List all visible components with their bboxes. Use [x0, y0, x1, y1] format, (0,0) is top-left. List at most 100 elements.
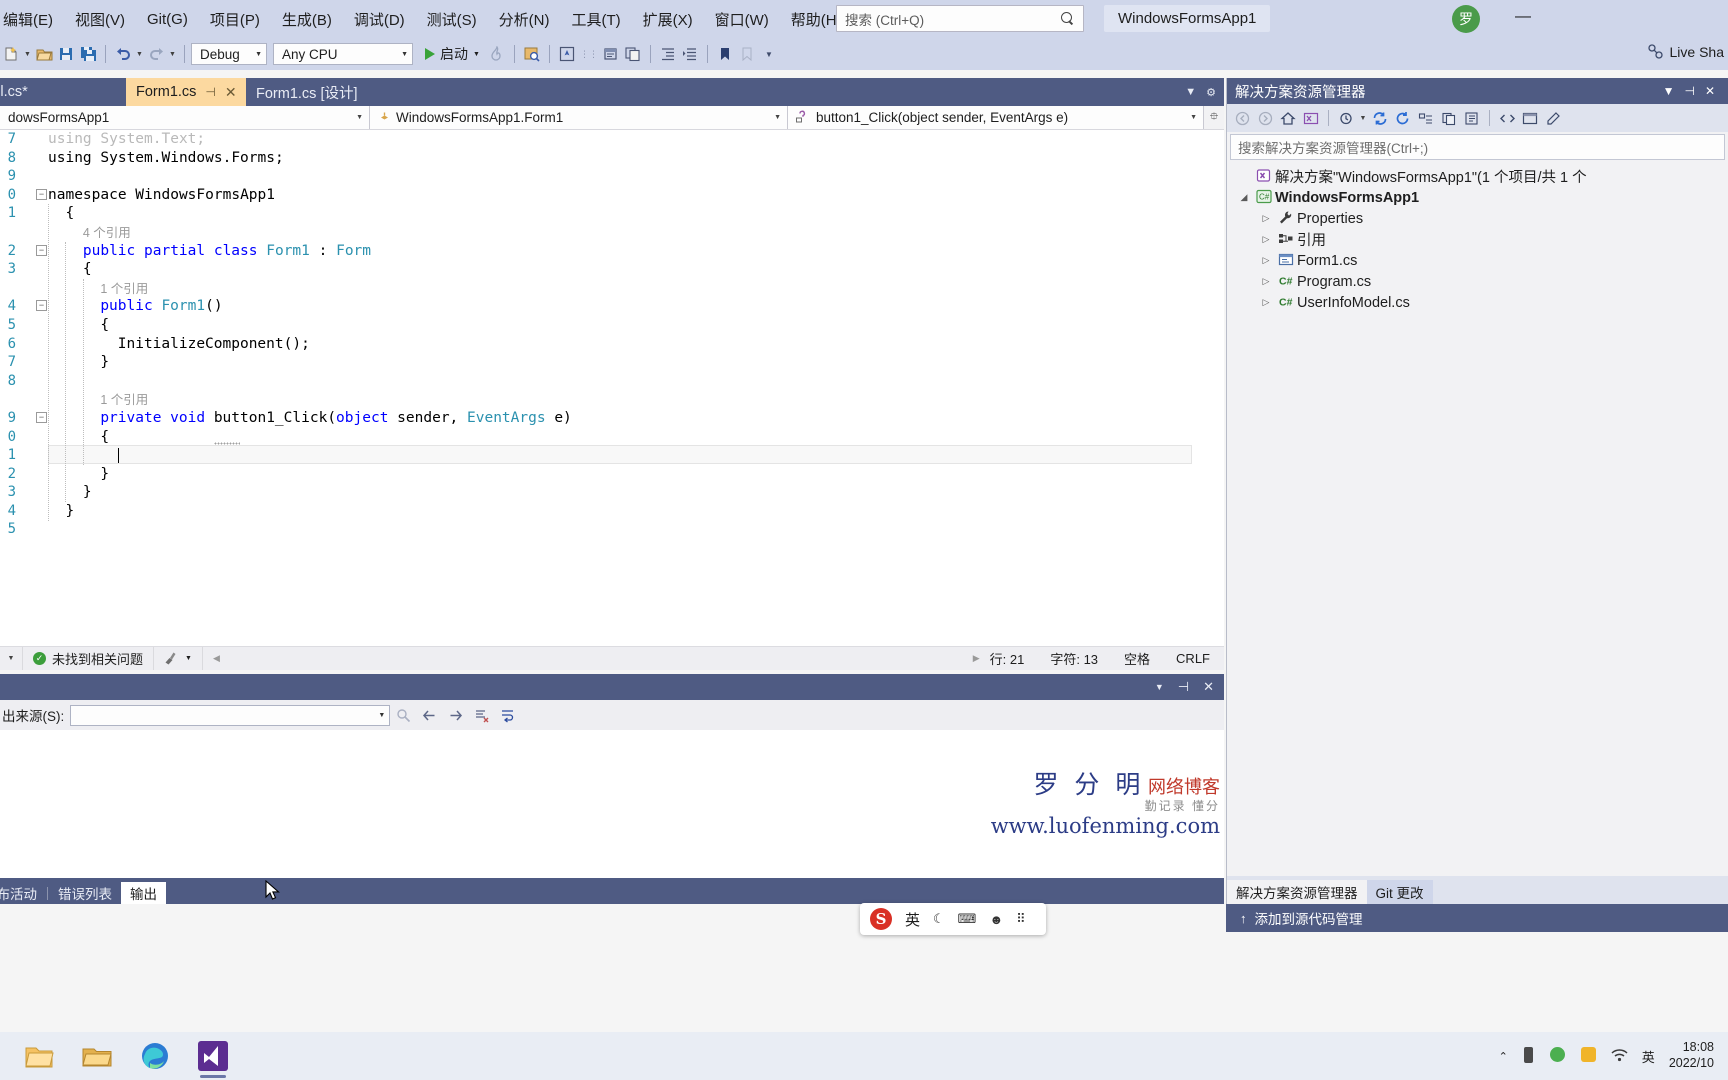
menu-item-7[interactable]: 分析(N) [488, 4, 561, 35]
indent-decrease-icon[interactable] [657, 42, 679, 66]
user-avatar[interactable]: 罗 [1452, 5, 1480, 33]
panel-menu-icon[interactable]: ▼ [1658, 84, 1680, 98]
code-line[interactable]: 1{ [0, 204, 1224, 223]
home-icon[interactable] [1277, 106, 1299, 130]
code-line[interactable]: 0 − namespace WindowsFormsApp1 [0, 186, 1224, 205]
code-line[interactable]: 1 [0, 445, 1224, 465]
collapsed-arrow-icon[interactable]: ▷ [1257, 255, 1275, 266]
fold-toggle-icon[interactable]: − [36, 244, 47, 256]
document-tab-form1-cs[interactable]: Form1.cs ⊣ ✕ [126, 78, 247, 106]
line-ending-label[interactable]: CRLF [1176, 651, 1210, 666]
code-line[interactable]: 9 − private void button1_Click(object send… [0, 409, 1224, 428]
solution-view-icon[interactable] [1300, 106, 1322, 130]
toolbar-overflow-icon[interactable]: ▼ [758, 42, 780, 66]
solution-tree-item-3[interactable]: ▷ 引用 [1227, 229, 1728, 250]
tab-list-chevron-icon[interactable]: ▼ [1185, 86, 1196, 98]
view-code-icon[interactable] [1496, 106, 1518, 130]
menu-item-8[interactable]: 工具(T) [560, 4, 631, 35]
menu-item-6[interactable]: 测试(S) [416, 4, 488, 35]
start-debug-button[interactable]: 启动 ▼ [419, 42, 486, 66]
solution-configuration-combo[interactable]: Debug ▼ [191, 43, 267, 65]
menu-item-2[interactable]: Git(G) [136, 6, 199, 33]
solution-tree-item-1[interactable]: ◢ C# WindowsFormsApp1 [1227, 187, 1728, 208]
expanded-arrow-icon[interactable]: ◢ [1235, 192, 1253, 203]
code-line[interactable]: 7} [0, 353, 1224, 372]
tray-language-indicator[interactable]: 英 [1642, 1047, 1655, 1066]
file-explorer-icon[interactable] [22, 1039, 56, 1073]
fold-toggle-icon[interactable]: − [36, 300, 47, 312]
hot-reload-icon[interactable] [486, 42, 508, 66]
code-line[interactable]: 8 using System.Windows.Forms; [0, 149, 1224, 168]
output-text-area[interactable]: 罗 分 明 网络博客 勤记录 懂分 www.luofenming.com [0, 730, 1224, 878]
tray-network-icon[interactable] [1611, 1048, 1628, 1065]
live-share-button[interactable]: Live Sha [1647, 43, 1724, 60]
navbar-type-dropdown[interactable]: WindowsFormsApp1.Form1 ▼ [370, 106, 788, 129]
go-to-previous-message-icon[interactable] [416, 702, 442, 728]
collapse-all-icon[interactable] [1415, 106, 1437, 130]
show-all-files-icon[interactable] [1438, 106, 1460, 130]
windows-explorer-icon[interactable] [80, 1039, 114, 1073]
tab-publish-activity[interactable]: 发布活动 [0, 882, 46, 904]
navigate-forward-icon[interactable] [1254, 106, 1276, 130]
output-source-combo[interactable]: ▼ [70, 704, 391, 726]
save-icon[interactable] [55, 42, 77, 66]
code-line[interactable]: 1 个引用 [0, 279, 1224, 298]
document-tab-form1-designer[interactable]: Form1.cs [设计] [246, 78, 368, 106]
go-to-next-message-icon[interactable] [442, 702, 468, 728]
bookmark-icon[interactable] [714, 42, 736, 66]
find-message-icon[interactable] [390, 702, 416, 728]
redo-caret[interactable]: ▼ [167, 42, 178, 66]
save-all-icon[interactable] [77, 42, 99, 66]
solution-platform-combo[interactable]: Any CPU ▼ [273, 43, 413, 65]
status-dropdown-caret-icon[interactable]: ▼ [0, 655, 22, 662]
pin-tab-icon[interactable]: ⊣ [205, 85, 215, 99]
menu-item-0[interactable]: 编辑(E) [0, 4, 64, 35]
collapsed-arrow-icon[interactable]: ▷ [1257, 276, 1275, 287]
tab-error-list[interactable]: 错误列表 [49, 882, 121, 904]
menu-item-4[interactable]: 生成(B) [271, 4, 343, 35]
tray-app-icon[interactable] [1580, 1046, 1597, 1066]
code-cleanup-button[interactable]: ▼ [153, 647, 202, 670]
solution-tree-item-4[interactable]: ▷ Form1.cs [1227, 250, 1728, 271]
fold-toggle-icon[interactable]: − [36, 411, 47, 423]
close-panel-icon[interactable]: ✕ [1203, 679, 1214, 695]
new-item-caret[interactable]: ▼ [22, 42, 33, 66]
ime-mode-label[interactable]: 英 [905, 909, 920, 930]
pin-panel-icon[interactable]: ⊣ [1679, 84, 1699, 98]
code-line[interactable]: 3{ [0, 260, 1224, 279]
solution-tree-item-6[interactable]: ▷ C# UserInfoModel.cs [1227, 292, 1728, 313]
ime-keyboard-icon[interactable]: ⌨ [958, 911, 977, 927]
code-line[interactable]: 4 个引用 [0, 223, 1224, 242]
menu-item-1[interactable]: 视图(V) [64, 4, 136, 35]
new-window-icon[interactable] [622, 42, 644, 66]
pending-changes-filter-icon[interactable] [1335, 106, 1357, 130]
code-hint-underline[interactable] [213, 441, 240, 445]
solution-tree-item-0[interactable]: 解决方案"WindowsFormsApp1"(1 个项目/共 1 个 [1227, 166, 1728, 187]
tray-sogou-icon[interactable] [1549, 1046, 1566, 1066]
undo-caret[interactable]: ▼ [134, 42, 145, 66]
indent-increase-icon[interactable] [679, 42, 701, 66]
code-line[interactable]: 2 − public partial class Form1 : Form [0, 242, 1224, 261]
collapsed-arrow-icon[interactable]: ▷ [1257, 213, 1275, 224]
code-line[interactable]: 9 [0, 167, 1224, 186]
issues-status[interactable]: ✓ 未找到相关问题 [22, 647, 153, 670]
sogou-logo-icon[interactable]: S [870, 908, 892, 930]
menu-item-5[interactable]: 调试(D) [343, 4, 416, 35]
split-editor-icon[interactable]: ⯐ [1204, 106, 1224, 129]
select-element-icon[interactable] [556, 42, 578, 66]
source-control-label[interactable]: 添加到源代码管理 [1255, 908, 1363, 928]
refresh-icon[interactable] [1392, 106, 1414, 130]
code-line[interactable]: 3} [0, 483, 1224, 502]
collapsed-arrow-icon[interactable]: ▷ [1257, 297, 1275, 308]
toggle-word-wrap-icon[interactable] [494, 702, 520, 728]
ime-moon-icon[interactable]: ☾ [933, 911, 945, 927]
code-line[interactable]: 5 [0, 520, 1224, 539]
tray-expand-icon[interactable]: ⌃ [1499, 1050, 1508, 1063]
scroll-left-button[interactable]: ◀ [201, 647, 230, 670]
window-layout-icon[interactable] [600, 42, 622, 66]
properties-window-icon[interactable] [1461, 106, 1483, 130]
code-line[interactable]: 5{ [0, 316, 1224, 335]
menu-item-10[interactable]: 窗口(W) [704, 4, 780, 35]
footer-tab-git-changes[interactable]: Git 更改 [1366, 880, 1433, 904]
collapsed-arrow-icon[interactable]: ▷ [1257, 234, 1275, 245]
